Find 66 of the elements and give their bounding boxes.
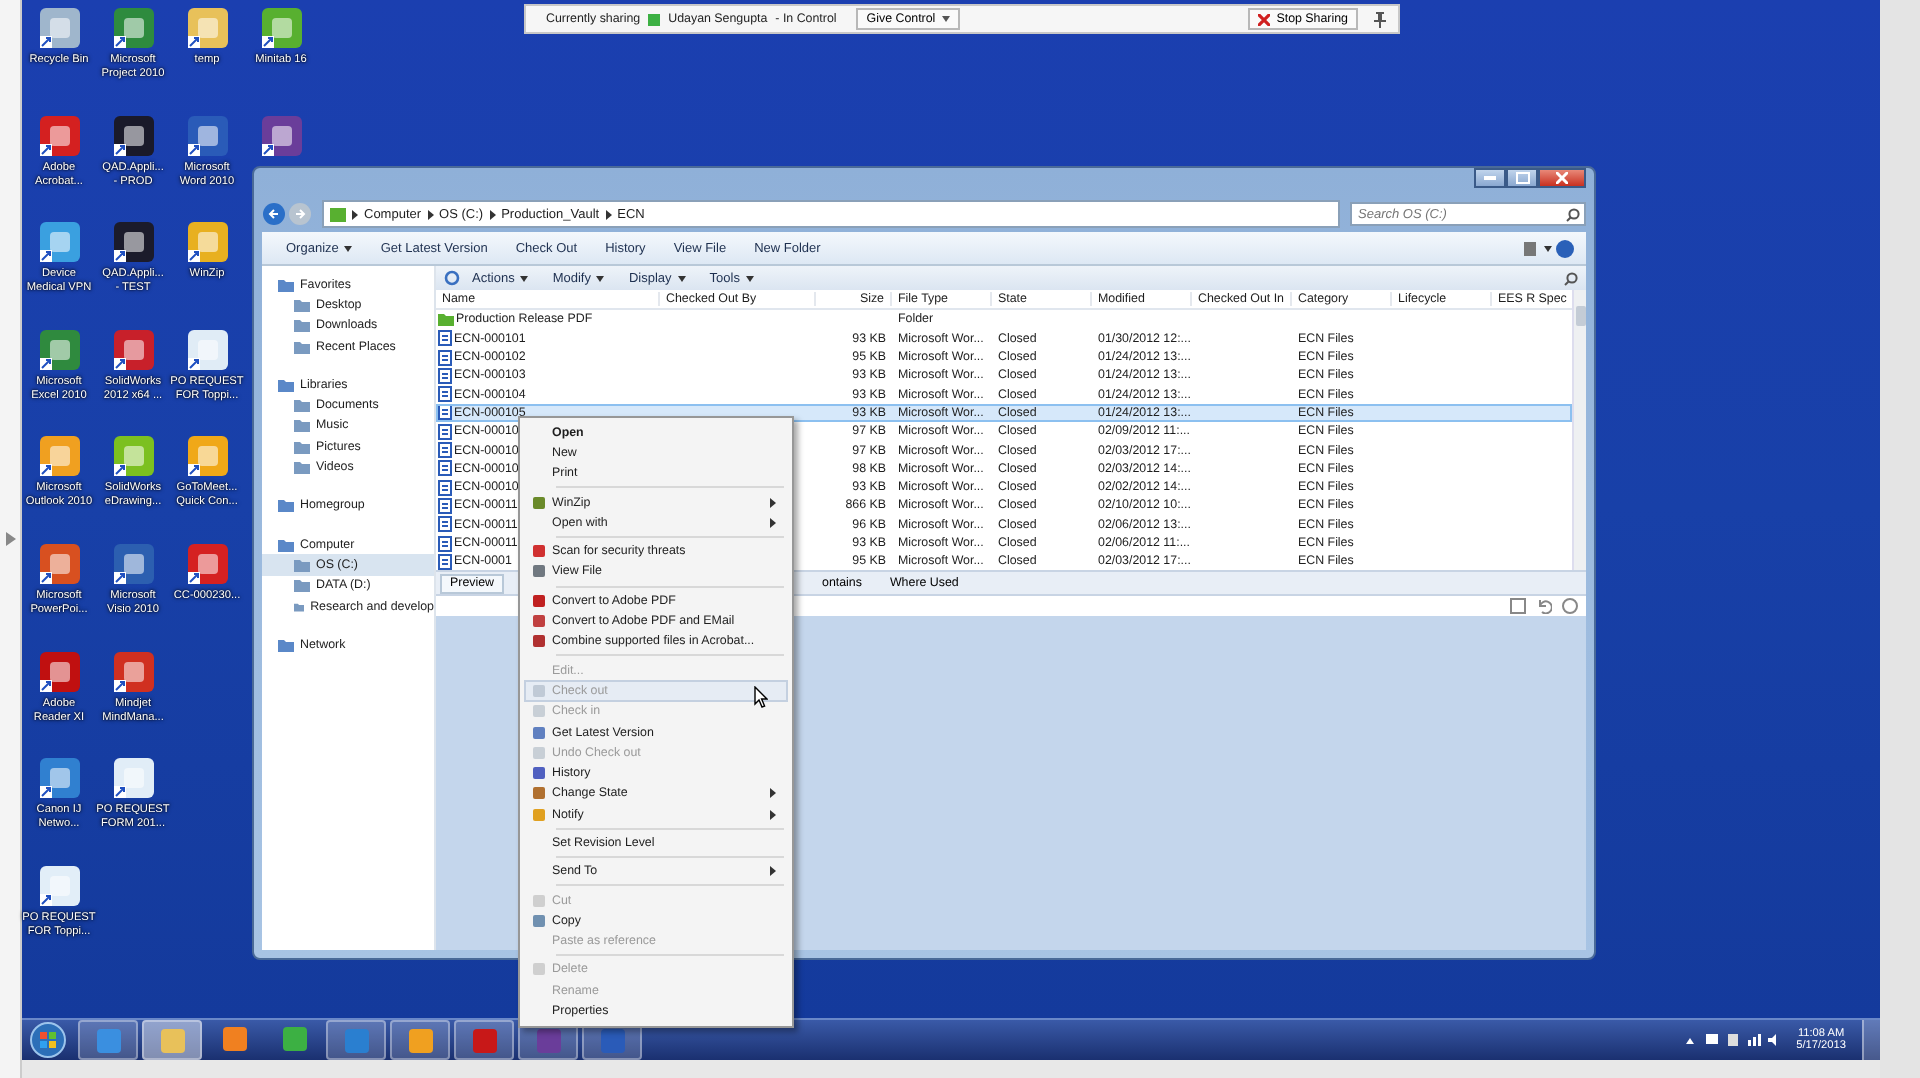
app-icon[interactable] (37, 327, 81, 372)
caret-icon (520, 275, 529, 281)
status-icon (648, 13, 661, 25)
chevron-icon[interactable] (427, 209, 434, 219)
app-icon[interactable] (259, 6, 303, 50)
chevron-icon[interactable] (605, 209, 612, 219)
refresh-icon[interactable] (444, 270, 460, 286)
app-icon[interactable] (111, 434, 155, 479)
app-icon[interactable] (37, 220, 81, 265)
maximize-icon (1515, 172, 1529, 184)
chevron-icon[interactable] (489, 209, 496, 219)
minimize-button[interactable] (1474, 168, 1506, 188)
caret-icon (677, 275, 686, 281)
folder-icon (438, 312, 454, 327)
submenu-arrow-icon (770, 866, 776, 877)
search-icon[interactable] (1564, 271, 1578, 285)
app-icon[interactable] (111, 756, 155, 801)
menu-item-icon (531, 495, 545, 510)
view-options-icon[interactable] (1524, 241, 1552, 255)
app-icon[interactable] (111, 220, 155, 265)
app-icon[interactable] (111, 6, 155, 50)
app-icon[interactable] (37, 434, 81, 479)
app-icon[interactable] (259, 113, 303, 158)
save-icon[interactable] (1510, 598, 1526, 614)
app-icon[interactable] (37, 113, 81, 158)
start-button[interactable] (30, 1022, 66, 1058)
expand-arrow-icon[interactable] (5, 532, 15, 546)
mouse-pointer-icon (754, 686, 768, 708)
folder-icon (330, 207, 346, 221)
app-icon[interactable] (185, 113, 229, 158)
app-icon[interactable] (185, 434, 229, 479)
app-icon[interactable] (37, 541, 81, 586)
tray-icons-drawing[interactable] (1684, 1032, 1781, 1048)
close-icon (1556, 172, 1568, 184)
show-desktop-button[interactable] (1862, 1020, 1880, 1060)
help-icon[interactable] (1562, 598, 1578, 614)
app-icon[interactable] (37, 6, 81, 50)
help-icon[interactable] (1556, 239, 1574, 257)
app-icon[interactable] (185, 220, 229, 265)
app-icon[interactable] (111, 327, 155, 372)
app-icon[interactable] (37, 756, 81, 801)
app-icon[interactable] (37, 649, 81, 694)
undo-icon[interactable] (1536, 598, 1552, 614)
app-icon[interactable] (185, 6, 229, 50)
app-icon[interactable] (111, 649, 155, 694)
close-icon (1258, 13, 1271, 25)
pin-icon[interactable] (1374, 11, 1386, 27)
search-icon (1566, 207, 1580, 221)
app-icon[interactable] (37, 863, 81, 908)
folder-icon (278, 498, 294, 513)
back-button[interactable] (262, 202, 286, 226)
app-icon[interactable] (111, 541, 155, 586)
caret-icon (745, 275, 754, 281)
scrollbar[interactable] (1572, 290, 1586, 570)
minimize-icon (1484, 176, 1496, 180)
close-button[interactable] (1538, 168, 1586, 188)
caret-icon (344, 245, 353, 251)
app-icon[interactable] (185, 541, 229, 586)
folder-icon (278, 637, 294, 652)
caret-icon (596, 275, 605, 281)
app-icon[interactable] (111, 113, 155, 158)
app-icon[interactable] (185, 327, 229, 372)
menu-item-icon (531, 962, 545, 977)
caret-icon (941, 16, 950, 22)
chevron-icon[interactable] (352, 209, 358, 219)
maximize-button[interactable] (1506, 168, 1538, 188)
